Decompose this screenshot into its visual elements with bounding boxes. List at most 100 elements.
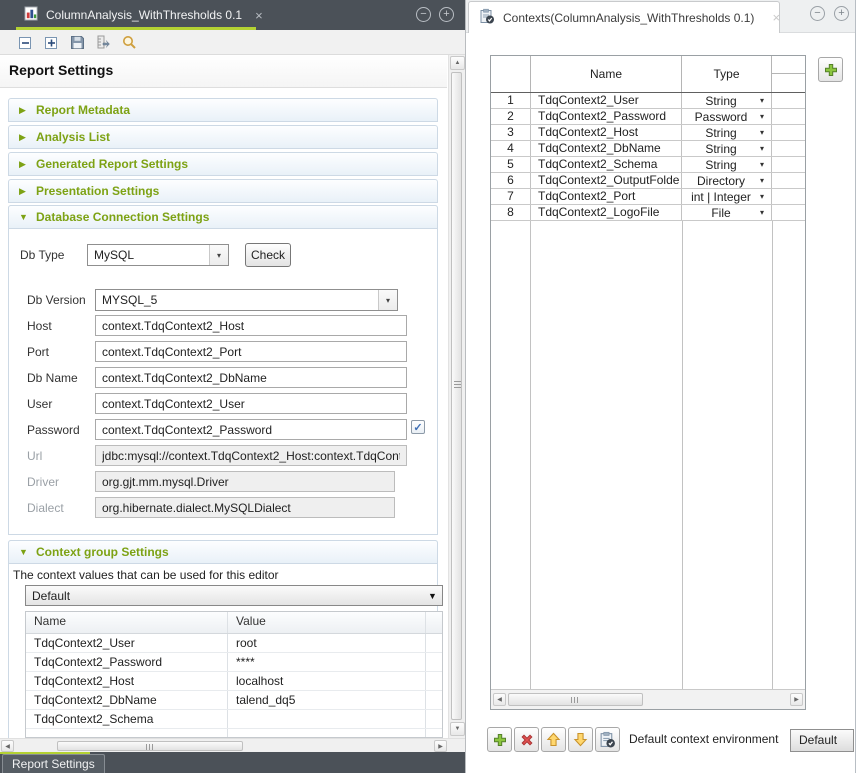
- context-name-cell[interactable]: TdqContext2_Password: [531, 109, 682, 124]
- scrollbar-thumb[interactable]: [451, 72, 462, 720]
- name-cell[interactable]: TdqContext2_User: [26, 634, 228, 652]
- context-type-cell[interactable]: String▾: [682, 93, 772, 108]
- context-group-select[interactable]: Default ▼: [25, 585, 443, 606]
- value-cell[interactable]: localhost: [228, 672, 426, 690]
- name-cell[interactable]: TdqContext2_Host: [26, 672, 228, 690]
- chevron-down-icon[interactable]: ▾: [760, 112, 771, 121]
- password-context-checkbox[interactable]: ✓: [411, 420, 425, 434]
- check-button[interactable]: Check: [245, 243, 291, 267]
- context-row[interactable]: 3 TdqContext2_Host String▾: [491, 125, 805, 141]
- collapse-all-button[interactable]: [16, 33, 35, 52]
- context-name-cell[interactable]: TdqContext2_DbName: [531, 141, 682, 156]
- host-field[interactable]: [95, 315, 407, 336]
- section-report-metadata[interactable]: ▶ Report Metadata: [8, 98, 438, 122]
- add-row-button[interactable]: [487, 727, 512, 752]
- context-name-cell[interactable]: TdqContext2_Port: [531, 189, 682, 204]
- context-row[interactable]: 8 TdqContext2_LogoFile File▾: [491, 205, 805, 221]
- context-row[interactable]: 7 TdqContext2_Port int | Integer▾: [491, 189, 805, 205]
- scroll-left-button[interactable]: ◀: [1, 740, 14, 752]
- context-type-cell[interactable]: int | Integer▾: [682, 189, 772, 204]
- name-cell[interactable]: TdqContext2_Password: [26, 653, 228, 671]
- context-row[interactable]: 1 TdqContext2_User String▾: [491, 93, 805, 109]
- chevron-down-icon[interactable]: ▾: [378, 290, 397, 310]
- column-header-name[interactable]: Name: [26, 612, 228, 633]
- delete-row-button[interactable]: [514, 727, 539, 752]
- add-context-button[interactable]: [818, 57, 843, 82]
- context-name-cell[interactable]: TdqContext2_Schema: [531, 157, 682, 172]
- context-name-cell[interactable]: TdqContext2_LogoFile: [531, 205, 682, 220]
- scroll-down-button[interactable]: ▼: [450, 722, 465, 736]
- context-row[interactable]: 4 TdqContext2_DbName String▾: [491, 141, 805, 157]
- column-header-value[interactable]: Value: [228, 612, 426, 633]
- value-cell[interactable]: ****: [228, 653, 426, 671]
- context-row[interactable]: 2 TdqContext2_Password Password▾: [491, 109, 805, 125]
- minimize-icon[interactable]: −: [810, 6, 825, 21]
- password-field[interactable]: [95, 419, 407, 440]
- table-row[interactable]: TdqContext2_DbName talend_dq5: [26, 691, 442, 710]
- table-row[interactable]: TdqContext2_Schema: [26, 710, 442, 729]
- column-header-type[interactable]: Type: [682, 56, 772, 92]
- chevron-down-icon[interactable]: ▾: [760, 96, 771, 105]
- move-up-button[interactable]: [541, 727, 566, 752]
- chevron-down-icon[interactable]: ▾: [760, 192, 771, 201]
- table-row[interactable]: TdqContext2_User root: [26, 634, 442, 653]
- scrollbar-thumb[interactable]: [57, 741, 243, 751]
- maximize-icon[interactable]: +: [834, 6, 849, 21]
- chevron-down-icon[interactable]: ▾: [760, 160, 771, 169]
- value-cell[interactable]: root: [228, 634, 426, 652]
- context-type-cell[interactable]: File▾: [682, 205, 772, 220]
- expand-all-button[interactable]: [42, 33, 61, 52]
- scroll-right-button[interactable]: ▶: [790, 693, 803, 706]
- close-icon[interactable]: ×: [255, 8, 263, 23]
- save-button[interactable]: [68, 33, 87, 52]
- scroll-up-button[interactable]: ▲: [450, 56, 465, 70]
- maximize-icon[interactable]: +: [439, 7, 454, 22]
- scroll-right-button[interactable]: ▶: [434, 740, 447, 752]
- scroll-left-button[interactable]: ◀: [493, 693, 506, 706]
- chevron-down-icon[interactable]: ▾: [760, 208, 771, 217]
- minimize-icon[interactable]: −: [416, 7, 431, 22]
- section-context-group-settings[interactable]: ▼ Context group Settings: [8, 540, 438, 564]
- vertical-scrollbar[interactable]: ▲ ▼: [448, 55, 465, 738]
- close-icon[interactable]: ×: [772, 10, 780, 25]
- default-environment-button[interactable]: Default: [790, 729, 854, 752]
- context-row[interactable]: 5 TdqContext2_Schema String▾: [491, 157, 805, 173]
- context-name-cell[interactable]: TdqContext2_Host: [531, 125, 682, 140]
- context-type-cell[interactable]: String▾: [682, 125, 772, 140]
- section-analysis-list[interactable]: ▶ Analysis List: [8, 125, 438, 149]
- value-cell[interactable]: [228, 710, 426, 728]
- section-presentation-settings[interactable]: ▶ Presentation Settings: [8, 179, 438, 203]
- section-generated-report-settings[interactable]: ▶ Generated Report Settings: [8, 152, 438, 176]
- context-type-cell[interactable]: Directory▾: [682, 173, 772, 188]
- horizontal-scrollbar[interactable]: ◀ ▶: [0, 738, 465, 752]
- name-cell[interactable]: TdqContext2_DbName: [26, 691, 228, 709]
- db-name-field[interactable]: [95, 367, 407, 388]
- context-name-cell[interactable]: TdqContext2_User: [531, 93, 682, 108]
- context-type-cell[interactable]: String▾: [682, 157, 772, 172]
- table-row[interactable]: TdqContext2_Host localhost: [26, 672, 442, 691]
- port-field[interactable]: [95, 341, 407, 362]
- db-type-select[interactable]: MySQL ▾: [87, 244, 229, 266]
- table-horizontal-scrollbar[interactable]: ◀ ▶: [491, 689, 805, 709]
- table-row[interactable]: TdqContext2_Password ****: [26, 653, 442, 672]
- scrollbar-thumb[interactable]: [508, 693, 643, 706]
- context-name-cell[interactable]: TdqContext2_OutputFolde: [531, 173, 682, 188]
- context-type-cell[interactable]: Password▾: [682, 109, 772, 124]
- manage-contexts-button[interactable]: [595, 727, 620, 752]
- value-cell[interactable]: talend_dq5: [228, 691, 426, 709]
- tab-contexts[interactable]: Contexts(ColumnAnalysis_WithThresholds 0…: [468, 1, 780, 33]
- chevron-down-icon[interactable]: ▾: [760, 128, 771, 137]
- search-icon[interactable]: [120, 33, 139, 52]
- chevron-down-icon[interactable]: ▾: [760, 176, 771, 185]
- run-report-button[interactable]: [94, 33, 113, 52]
- user-field[interactable]: [95, 393, 407, 414]
- context-type-cell[interactable]: String▾: [682, 141, 772, 156]
- section-database-connection-settings[interactable]: ▼ Database Connection Settings: [8, 205, 438, 229]
- chevron-down-icon[interactable]: ▼: [423, 586, 442, 605]
- column-header-name[interactable]: Name: [531, 56, 682, 92]
- chevron-down-icon[interactable]: ▾: [209, 245, 228, 265]
- chevron-down-icon[interactable]: ▾: [760, 144, 771, 153]
- move-down-button[interactable]: [568, 727, 593, 752]
- context-row[interactable]: 6 TdqContext2_OutputFolde Directory▾: [491, 173, 805, 189]
- tab-column-analysis[interactable]: ColumnAnalysis_WithThresholds 0.1 ×: [16, 2, 271, 28]
